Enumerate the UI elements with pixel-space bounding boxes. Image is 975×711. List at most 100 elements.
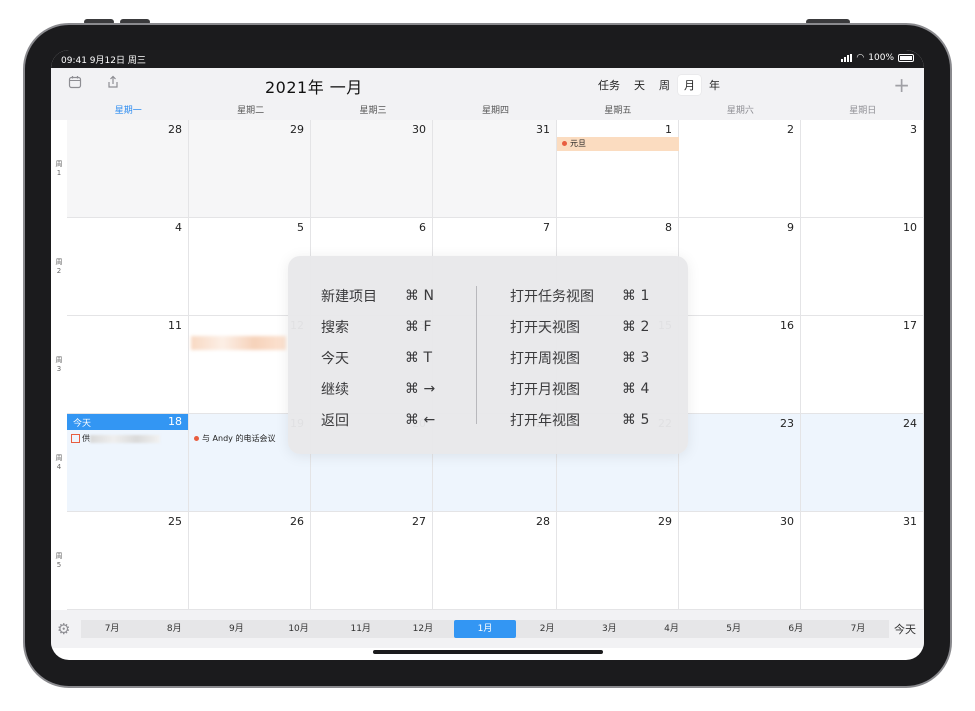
day-number: 4 (175, 221, 182, 234)
home-indicator[interactable] (373, 650, 603, 654)
day-cell[interactable]: 10 (801, 218, 924, 316)
day-cell[interactable]: 1 元旦 (557, 120, 679, 218)
weekday-thu: 星期四 (481, 106, 509, 116)
day-number: 24 (903, 417, 917, 430)
day-cell[interactable]: 28 (67, 120, 189, 218)
day-cell[interactable]: 31 (801, 512, 924, 610)
tab-day[interactable]: 天 (628, 75, 651, 95)
month-item[interactable]: 10月 (267, 620, 329, 638)
tab-year[interactable]: 年 (703, 75, 726, 95)
status-bar: 09:41 9月12日 周三 ◠ 100% (51, 50, 924, 68)
todo-item[interactable]: 供 (67, 432, 189, 446)
day-cell[interactable]: 24 (801, 414, 924, 512)
weekday-mon: 星期一 (114, 106, 142, 116)
day-cell[interactable]: 9 (679, 218, 801, 316)
gear-icon[interactable]: ⚙ (57, 620, 70, 638)
month-item[interactable]: 3月 (578, 620, 640, 638)
todo-checkbox[interactable] (71, 434, 80, 443)
status-time: 09:41 9月12日 周三 (61, 56, 146, 66)
day-number: 28 (536, 515, 550, 528)
weekday-wed: 星期三 (359, 106, 387, 116)
month-item[interactable]: 12月 (392, 620, 454, 638)
weekday-header: 星期一 星期二 星期三 星期四 星期五 星期六 星期日 (67, 102, 924, 120)
day-cell[interactable]: 16 (679, 316, 801, 414)
day-cell[interactable]: 29 (557, 512, 679, 610)
tab-week[interactable]: 周 (653, 75, 676, 95)
shortcut-row: 打开年视图 ⌘ 5 (510, 411, 650, 429)
month-item[interactable]: 9月 (205, 620, 267, 638)
day-number: 18 (168, 415, 182, 428)
month-item[interactable]: 7月 (827, 620, 889, 638)
weekday-sat: 星期六 (726, 106, 754, 116)
day-number: 5 (297, 221, 304, 234)
day-number: 17 (903, 319, 917, 332)
event-blurred[interactable] (191, 336, 286, 350)
week-number: 周2 (55, 258, 63, 275)
share-icon[interactable] (103, 75, 123, 95)
month-item[interactable]: 11月 (330, 620, 392, 638)
month-item[interactable]: 7月 (81, 620, 143, 638)
month-item[interactable]: 6月 (765, 620, 827, 638)
day-cell-today[interactable]: 今天 18 供 (67, 414, 189, 512)
day-cell[interactable]: 17 (801, 316, 924, 414)
day-number: 26 (290, 515, 304, 528)
day-number: 30 (780, 515, 794, 528)
weekday-fri: 星期五 (604, 106, 632, 116)
day-cell[interactable]: 25 (67, 512, 189, 610)
month-item-active[interactable]: 1月 (453, 620, 517, 638)
day-cell[interactable]: 27 (311, 512, 433, 610)
shortcut-row: 打开天视图 ⌘ 2 (510, 318, 650, 336)
week-number: 周4 (55, 454, 63, 471)
calendar-icon[interactable] (65, 75, 85, 95)
battery-percent: 100% (868, 53, 894, 63)
shortcut-row: 打开任务视图 ⌘ 1 (510, 287, 650, 305)
wifi-icon: ◠ (856, 53, 865, 63)
shortcut-row: 继续 ⌘ → (321, 380, 436, 398)
status-right: ◠ 100% (841, 53, 914, 63)
day-cell[interactable]: 2 (679, 120, 801, 218)
bottom-bar: ⚙ 7月 8月 9月 10月 11月 12月 1月 2月 3月 4月 5月 6月… (51, 610, 924, 648)
event-new-year[interactable]: 元旦 (557, 137, 679, 151)
day-cell[interactable]: 28 (433, 512, 557, 610)
week-number: 周5 (55, 552, 63, 569)
day-cell[interactable]: 4 (67, 218, 189, 316)
today-button[interactable]: 今天 (894, 621, 916, 637)
day-number: 28 (168, 123, 182, 136)
add-icon[interactable]: + (893, 73, 910, 97)
shortcut-row: 今天 ⌘ T (321, 349, 433, 367)
day-cell[interactable]: 26 (189, 512, 311, 610)
day-number: 10 (903, 221, 917, 234)
today-header: 今天 18 (67, 414, 188, 430)
day-cell[interactable]: 29 (189, 120, 311, 218)
shortcuts-right-column: 打开任务视图 ⌘ 1 打开天视图 ⌘ 2 打开周视图 ⌘ 3 打开月视图 ⌘ 4 打开年… (510, 280, 682, 435)
weekday-tue: 星期二 (237, 106, 265, 116)
day-cell[interactable]: 30 (679, 512, 801, 610)
day-cell[interactable]: 3 (801, 120, 924, 218)
week-number: 周1 (55, 160, 63, 177)
month-item[interactable]: 2月 (516, 620, 578, 638)
month-item[interactable]: 8月 (143, 620, 205, 638)
shortcut-row: 打开月视图 ⌘ 4 (510, 380, 650, 398)
today-label: 今天 (73, 419, 92, 429)
day-cell[interactable]: 30 (311, 120, 433, 218)
month-item[interactable]: 4月 (640, 620, 702, 638)
month-strip[interactable]: 7月 8月 9月 10月 11月 12月 1月 2月 3月 4月 5月 6月 7… (81, 620, 889, 638)
keyboard-shortcuts-overlay: 新建项目 ⌘ N 搜索 ⌘ F 今天 ⌘ T 继续 ⌘ → 返回 ⌘ ← 打开任务视图 ⌘ … (288, 256, 688, 454)
day-number: 27 (412, 515, 426, 528)
day-number: 31 (536, 123, 550, 136)
month-item[interactable]: 5月 (703, 620, 765, 638)
day-number: 9 (787, 221, 794, 234)
shortcut-row: 打开周视图 ⌘ 3 (510, 349, 650, 367)
day-cell[interactable]: 11 (67, 316, 189, 414)
app-screen: 09:41 9月12日 周三 ◠ 100% 2021年 一月 任务 天 周 月 … (51, 50, 924, 660)
event-dot-icon (562, 141, 567, 146)
day-cell[interactable]: 31 (433, 120, 557, 218)
day-number: 25 (168, 515, 182, 528)
tab-tasks[interactable]: 任务 (592, 75, 626, 95)
day-cell[interactable]: 23 (679, 414, 801, 512)
tab-month[interactable]: 月 (678, 75, 701, 95)
day-number: 29 (658, 515, 672, 528)
battery-icon (898, 54, 914, 62)
day-number: 6 (419, 221, 426, 234)
day-number: 2 (787, 123, 794, 136)
